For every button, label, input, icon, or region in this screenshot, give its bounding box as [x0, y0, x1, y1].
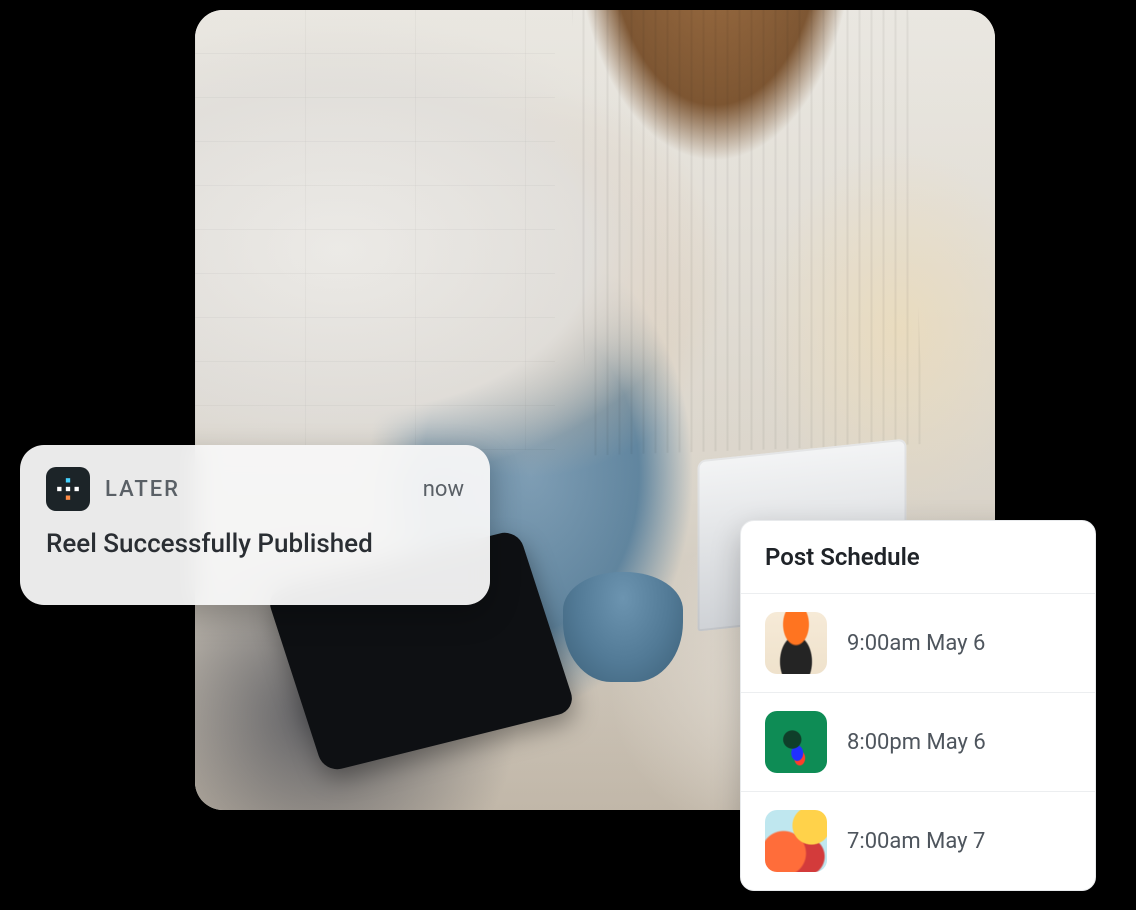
post-thumbnail: [765, 711, 827, 773]
schedule-time-label: 8:00pm May 6: [847, 730, 986, 755]
schedule-row[interactable]: 8:00pm May 6: [741, 693, 1095, 792]
schedule-row[interactable]: 7:00am May 7: [741, 792, 1095, 890]
later-app-icon: [46, 467, 90, 511]
schedule-row[interactable]: 9:00am May 6: [741, 594, 1095, 693]
notification-timestamp: now: [423, 477, 464, 502]
notification-message: Reel Successfully Published: [46, 529, 464, 559]
schedule-time-label: 7:00am May 7: [847, 829, 985, 854]
wood-panel-texture: [571, 10, 924, 456]
notification-app-name: LATER: [105, 477, 180, 502]
push-notification[interactable]: LATER now Reel Successfully Published: [20, 445, 490, 605]
post-thumbnail: [765, 612, 827, 674]
schedule-time-label: 9:00am May 6: [847, 631, 985, 656]
brick-wall-texture: [195, 10, 555, 450]
notification-app-info: LATER: [46, 467, 180, 511]
post-schedule-title: Post Schedule: [741, 521, 1095, 594]
notification-header: LATER now: [46, 467, 464, 511]
post-schedule-card: Post Schedule 9:00am May 6 8:00pm May 6 …: [740, 520, 1096, 891]
post-thumbnail: [765, 810, 827, 872]
mug-prop: [563, 572, 683, 682]
